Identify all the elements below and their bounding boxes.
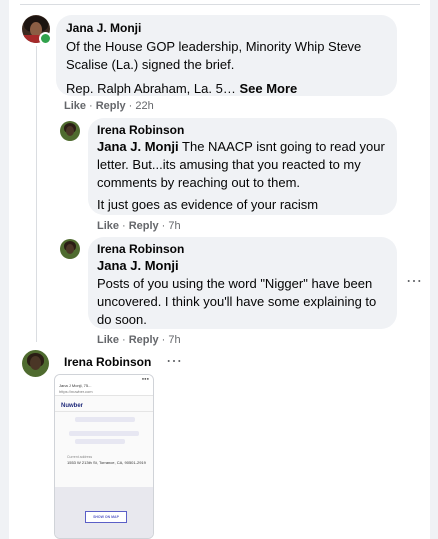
address-text: 1553 W 213th St, Torrance, CA, 90501-291…: [67, 460, 146, 465]
reply-bubble: Irena Robinson Jana J. Monji The NAACP i…: [88, 118, 397, 215]
like-button[interactable]: Like: [97, 334, 119, 346]
content-placeholder: [69, 431, 139, 436]
see-more-link[interactable]: See More: [239, 81, 297, 96]
avatar[interactable]: [60, 239, 80, 259]
like-button[interactable]: Like: [97, 220, 119, 232]
right-gutter: [430, 0, 438, 539]
like-button[interactable]: Like: [64, 100, 86, 112]
content-placeholder: [75, 439, 125, 444]
browser-url: https://nuwber.com: [59, 389, 93, 394]
reply-author[interactable]: Irena Robinson: [97, 242, 388, 256]
separator: ·: [161, 334, 166, 346]
comment-author[interactable]: Irena Robinson: [64, 355, 151, 369]
reply-actions: Like · Reply · 7h: [97, 219, 181, 233]
separator: ·: [122, 334, 126, 346]
reply-author[interactable]: Irena Robinson: [97, 123, 388, 137]
timestamp[interactable]: 7h: [168, 334, 180, 346]
separator: ·: [161, 220, 166, 232]
avatar[interactable]: [60, 121, 80, 141]
mention-link[interactable]: Jana J. Monji: [97, 257, 388, 275]
reply-button[interactable]: Reply: [129, 334, 159, 346]
left-gutter: [0, 0, 9, 539]
timestamp[interactable]: 7h: [168, 220, 180, 232]
thread-connector: [36, 46, 37, 342]
reply-button[interactable]: Reply: [129, 220, 159, 232]
comment-text: Rep. Ralph Abraham, La. 5…: [66, 81, 236, 96]
reply-text: Posts of you using the word "Nigger" hav…: [97, 276, 377, 327]
separator: ·: [89, 100, 93, 112]
separator: ·: [128, 100, 133, 112]
separator: ·: [122, 220, 126, 232]
show-on-map-button: SHOW ON MAP: [85, 511, 127, 523]
attached-screenshot[interactable]: ●●● Jana J Monji, 75... https://nuwber.c…: [54, 374, 154, 539]
comment-text: Of the House GOP leadership, Minority Wh…: [66, 39, 362, 72]
more-options-icon[interactable]: ⋯: [406, 274, 423, 290]
divider: [20, 4, 420, 5]
reply-button[interactable]: Reply: [96, 100, 126, 112]
reply-bubble: Irena Robinson Jana J. Monji Posts of yo…: [88, 237, 397, 329]
reply-text: It just goes as evidence of your racism: [97, 197, 319, 212]
comment-author[interactable]: Jana J. Monji: [66, 21, 387, 35]
timestamp[interactable]: 22h: [135, 100, 153, 112]
reply-actions: Like · Reply · 7h: [97, 333, 181, 347]
phone-status-bar: ●●●: [55, 375, 153, 382]
comment-bubble: Jana J. Monji Of the House GOP leadershi…: [56, 15, 397, 96]
content-placeholder: [75, 417, 135, 422]
mention-link[interactable]: Jana J. Monji: [97, 139, 179, 154]
comment-actions: Like · Reply · 22h: [64, 99, 154, 113]
browser-url-bar: Jana J Monji, 75... https://nuwber.com: [55, 382, 153, 396]
address-label: Current address: [67, 455, 93, 459]
online-status-icon: [39, 32, 52, 45]
avatar[interactable]: [22, 350, 49, 377]
ellipsis-icon[interactable]: ⋯: [166, 354, 183, 370]
site-logo: Nuwber: [61, 403, 84, 409]
